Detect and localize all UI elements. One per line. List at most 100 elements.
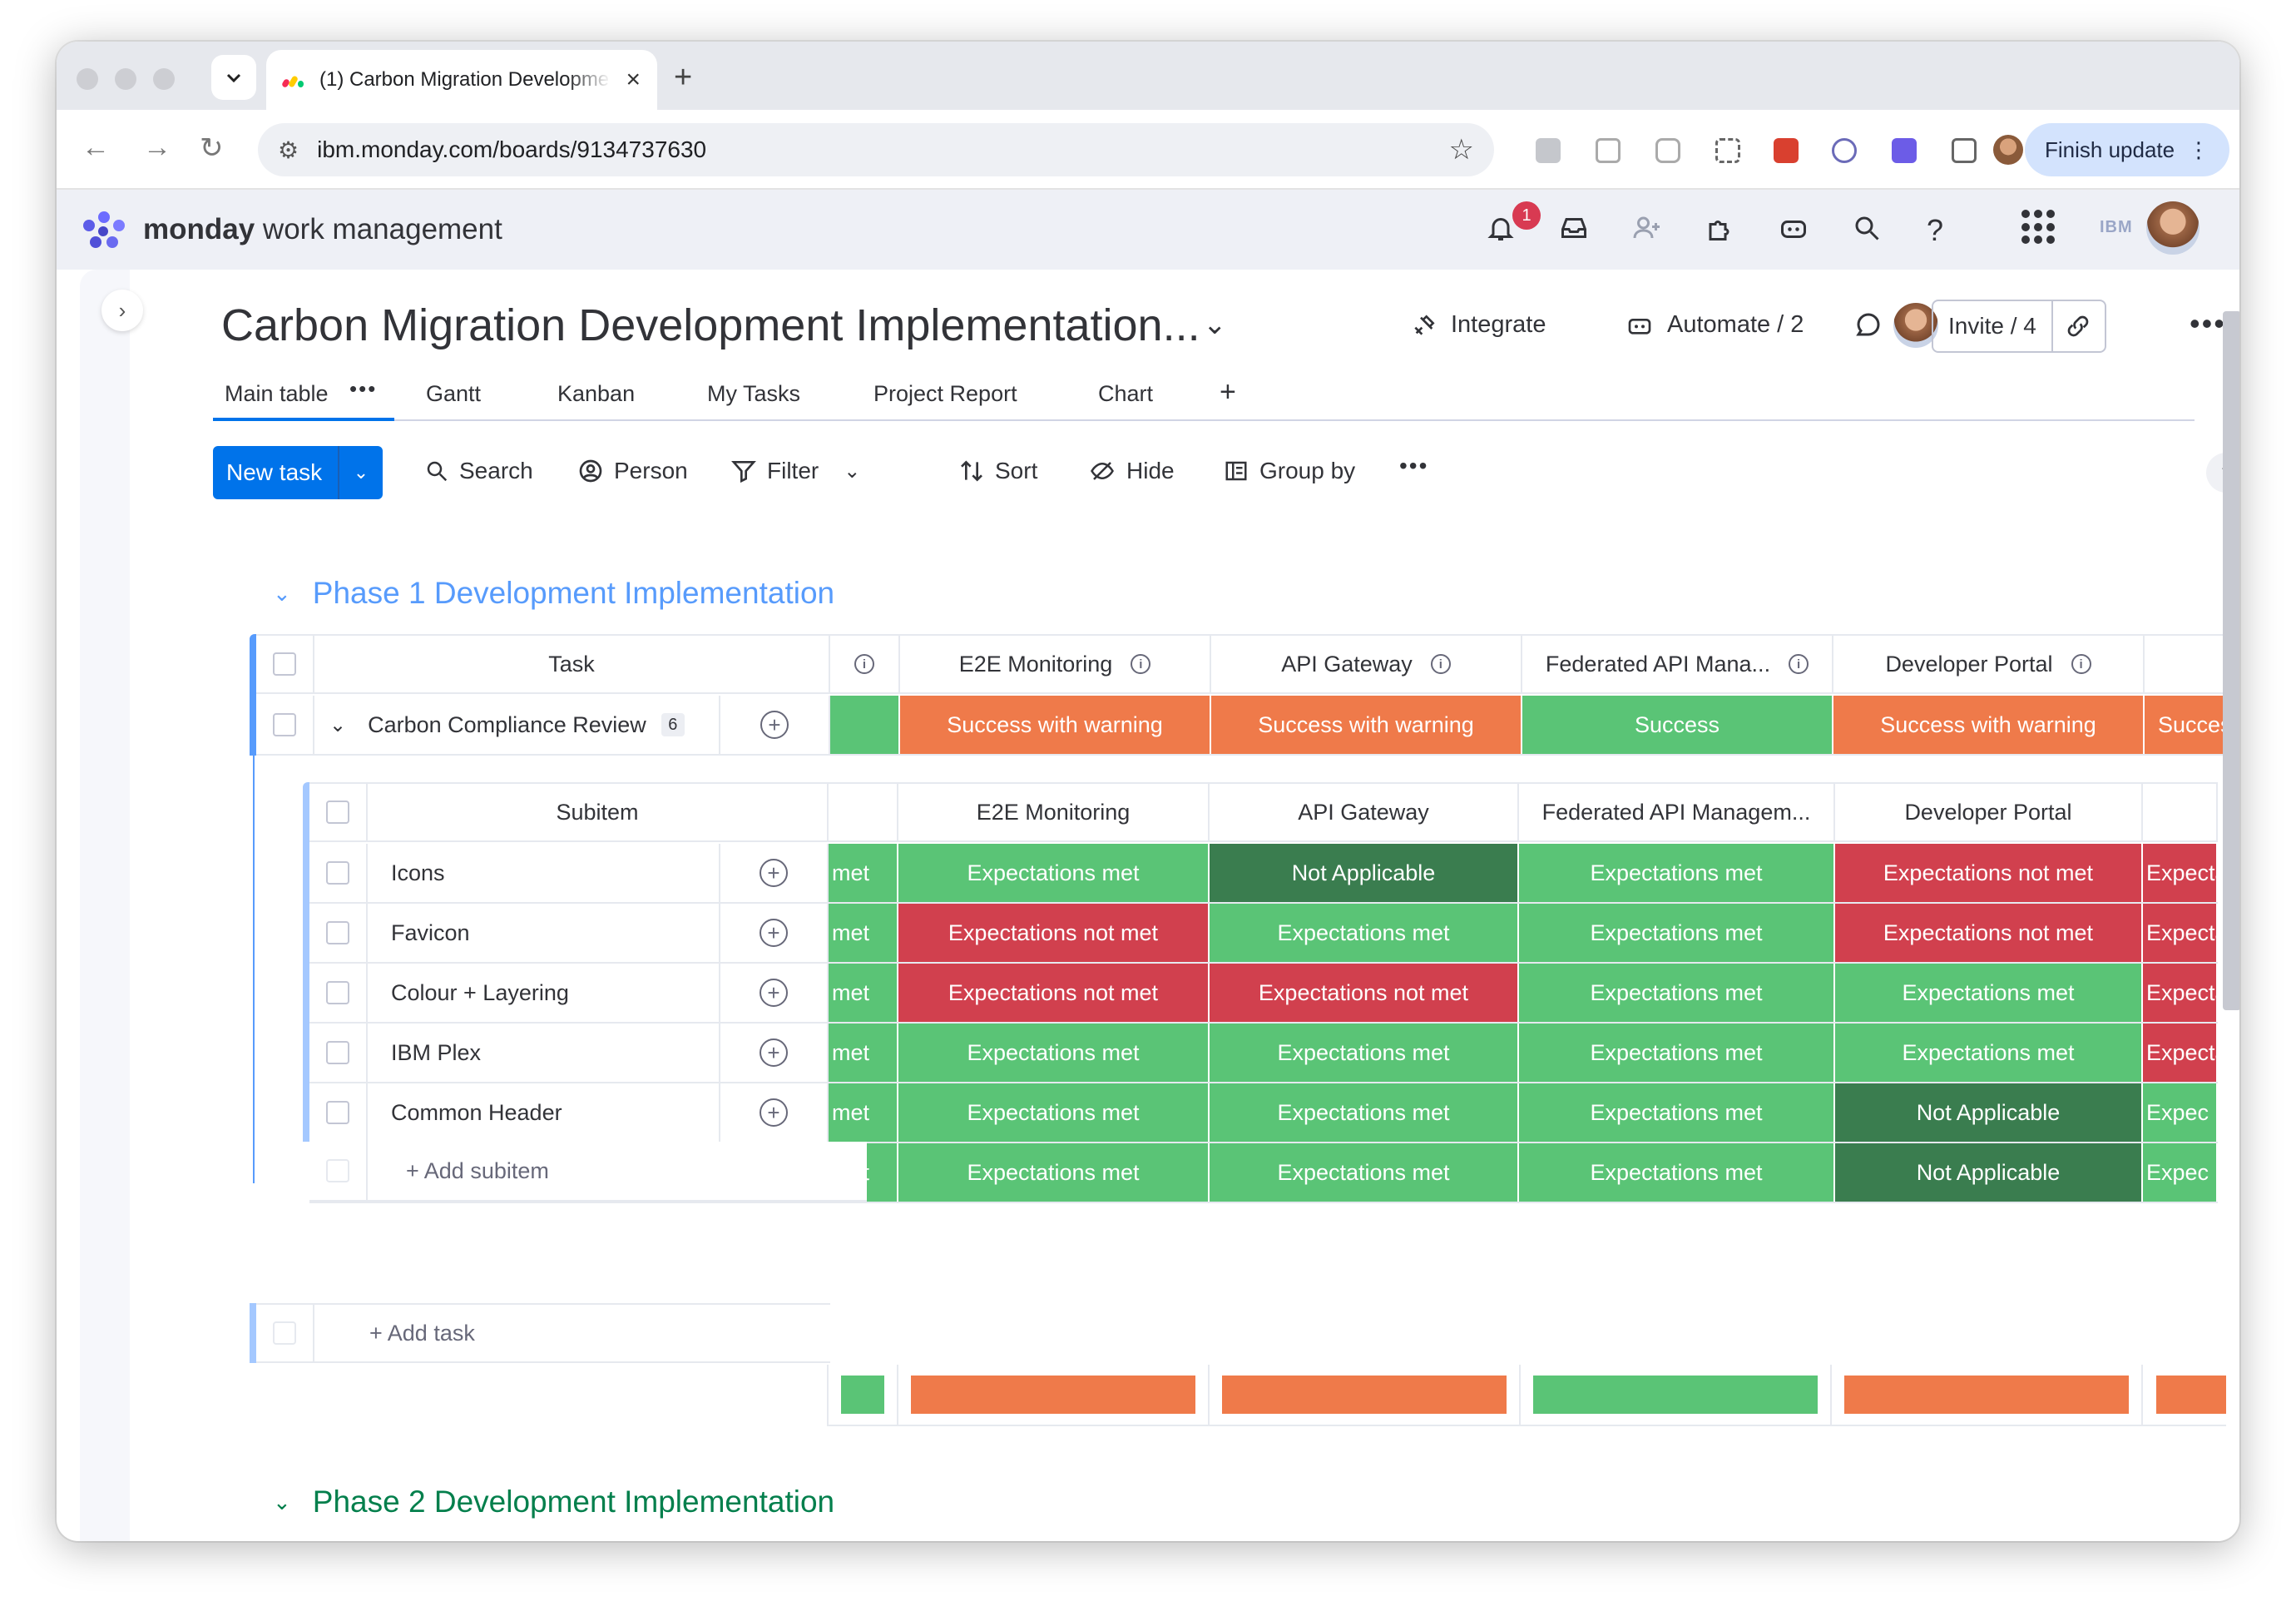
minimize-window-button[interactable]	[115, 68, 136, 90]
tab-options-icon[interactable]: •••	[349, 376, 377, 402]
finish-update-button[interactable]: Finish update ⋮	[2025, 123, 2229, 176]
conversation-cell[interactable]: +	[720, 964, 829, 1022]
help-icon[interactable]: ?	[1927, 213, 1943, 248]
column-header-e2e-monitoring[interactable]: E2E Monitoring i	[900, 636, 1211, 692]
status-cell-partial[interactable]: Expecta	[2143, 1024, 2218, 1082]
row-checkbox[interactable]	[273, 713, 296, 736]
chevron-down-icon[interactable]: ⌄	[1203, 308, 1227, 341]
chevron-down-icon[interactable]: ⌄	[273, 1490, 291, 1515]
apps-puzzle-icon[interactable]	[1705, 213, 1735, 250]
status-cell-partial[interactable]: Expec	[2143, 1143, 2218, 1202]
status-cell-partial[interactable]: met	[829, 844, 898, 902]
chevron-down-icon[interactable]: ⌄	[273, 581, 291, 607]
status-cell[interactable]: Expectations met	[898, 1024, 1210, 1082]
status-cell-partial[interactable]	[830, 696, 900, 754]
info-icon[interactable]: i	[2071, 654, 2091, 674]
add-update-icon[interactable]: +	[760, 979, 788, 1007]
select-all-checkbox[interactable]	[273, 652, 296, 676]
tab-project-report[interactable]: Project Report	[873, 381, 1017, 407]
summary-cell[interactable]	[1832, 1365, 2143, 1425]
browser-profile-avatar[interactable]	[1993, 135, 2023, 165]
summary-cell[interactable]	[1521, 1365, 1832, 1425]
status-cell[interactable]: Expectations not met	[1835, 904, 2143, 962]
puzzle-extensions-icon[interactable]	[1952, 138, 1977, 163]
table-row[interactable]: Icons + met Expectations met Not Applicable E…	[309, 844, 2218, 904]
bell-icon[interactable]	[1486, 213, 1516, 250]
status-cell[interactable]: Not Applicable	[1210, 844, 1519, 902]
conversation-cell[interactable]: +	[720, 844, 829, 902]
status-cell[interactable]: Expectations met	[1519, 964, 1835, 1022]
reload-icon[interactable]: ↻	[200, 131, 224, 165]
extension-icon[interactable]	[1536, 138, 1561, 163]
subitem-name-cell[interactable]: IBM Plex	[368, 1024, 720, 1082]
task-name-cell[interactable]: ⌄ Carbon Compliance Review 6	[314, 696, 720, 754]
more-options-icon[interactable]: •••	[2190, 306, 2226, 341]
status-cell[interactable]: Expectations met	[1835, 1024, 2143, 1082]
status-cell[interactable]: Expectations met	[898, 844, 1210, 902]
invite-button[interactable]: Invite / 4	[1932, 300, 2106, 353]
status-cell-partial[interactable]: met	[829, 1024, 898, 1082]
close-window-button[interactable]	[77, 68, 98, 90]
group-title-phase-1[interactable]: ⌄ Phase 1 Development Implementation	[273, 576, 834, 611]
comment-bubble-icon[interactable]	[1853, 310, 1883, 340]
screenshot-extension-icon[interactable]	[1715, 138, 1740, 163]
forward-arrow-icon[interactable]: →	[143, 131, 171, 164]
address-bar[interactable]: ⚙ ibm.monday.com/boards/9134737630 ☆	[258, 123, 1494, 176]
search-icon[interactable]	[1852, 213, 1882, 250]
status-cell[interactable]: Success	[1522, 696, 1833, 754]
status-cell-partial[interactable]: Expecta	[2143, 844, 2218, 902]
add-view-button[interactable]: +	[1220, 376, 1236, 409]
tab-main-table[interactable]: Main table	[225, 381, 329, 407]
table-row[interactable]: Colour + Layering + met Expectations not me…	[309, 964, 2218, 1024]
status-cell[interactable]: Expectations met	[898, 1083, 1210, 1142]
status-cell[interactable]: Success with warning	[1833, 696, 2145, 754]
app-switcher-grid-icon[interactable]	[2021, 210, 2056, 245]
conversation-cell[interactable]: +	[720, 1024, 829, 1082]
tab-my-tasks[interactable]: My Tasks	[707, 381, 800, 407]
status-cell[interactable]: Expectations met	[1519, 1143, 1835, 1202]
summary-cell[interactable]	[829, 1365, 898, 1425]
column-header-api-gateway[interactable]: API Gateway i	[1211, 636, 1522, 692]
row-checkbox[interactable]	[326, 921, 349, 944]
column-header-federated-api[interactable]: Federated API Managem...	[1519, 784, 1835, 840]
back-arrow-icon[interactable]: ←	[82, 131, 110, 164]
info-icon[interactable]: i	[854, 654, 874, 674]
row-checkbox[interactable]	[326, 1101, 349, 1124]
tab-kanban[interactable]: Kanban	[557, 381, 635, 407]
add-subitem-button[interactable]: + Add subitem	[368, 1142, 867, 1200]
subitem-name-cell[interactable]: Colour + Layering	[368, 964, 720, 1022]
tab-search-button[interactable]	[211, 55, 256, 100]
extension-icon[interactable]	[1596, 138, 1621, 163]
conversation-cell[interactable]: +	[720, 696, 830, 754]
site-settings-icon[interactable]: ⚙	[278, 136, 299, 164]
vertical-scrollbar[interactable]	[2223, 311, 2239, 1010]
status-cell-partial[interactable]: met	[829, 1083, 898, 1142]
status-cell[interactable]: Expectations met	[1210, 904, 1519, 962]
status-cell[interactable]: Expectations met	[1210, 1083, 1519, 1142]
tab-chart[interactable]: Chart	[1098, 381, 1153, 407]
column-header-hidden[interactable]	[829, 784, 898, 840]
automate-button[interactable]: Automate / 2	[1626, 311, 1804, 339]
status-cell[interactable]: Expectations not met	[1210, 964, 1519, 1022]
column-header-e2e-monitoring[interactable]: E2E Monitoring	[898, 784, 1210, 840]
conversation-cell[interactable]: +	[720, 1083, 829, 1142]
monday-logo-icon[interactable]	[83, 211, 125, 250]
invite-members-icon[interactable]	[1632, 213, 1662, 250]
row-checkbox[interactable]	[326, 981, 349, 1004]
status-cell-partial[interactable]: Expecta	[2143, 904, 2218, 962]
row-checkbox[interactable]	[326, 861, 349, 885]
info-icon[interactable]: i	[1430, 654, 1451, 674]
add-update-icon[interactable]: +	[760, 1038, 788, 1067]
column-header-developer-portal[interactable]: Developer Portal i	[1833, 636, 2145, 692]
column-header-partial[interactable]	[2145, 636, 2226, 692]
board-title[interactable]: Carbon Migration Development Implementat…	[221, 300, 1200, 351]
filter-dropdown-icon[interactable]: ⌄	[844, 459, 860, 483]
status-cell[interactable]: Expectations met	[1519, 844, 1835, 902]
expand-sidebar-button[interactable]: ›	[101, 290, 143, 331]
status-cell[interactable]: Not Applicable	[1835, 1143, 2143, 1202]
summary-cell[interactable]	[898, 1365, 1210, 1425]
tab-close-icon[interactable]: ×	[626, 66, 641, 94]
table-row[interactable]: Favicon + met Expectations not met Expectati…	[309, 904, 2218, 964]
select-all-subitems-checkbox[interactable]	[326, 801, 349, 824]
column-header-partial[interactable]	[2143, 784, 2218, 840]
